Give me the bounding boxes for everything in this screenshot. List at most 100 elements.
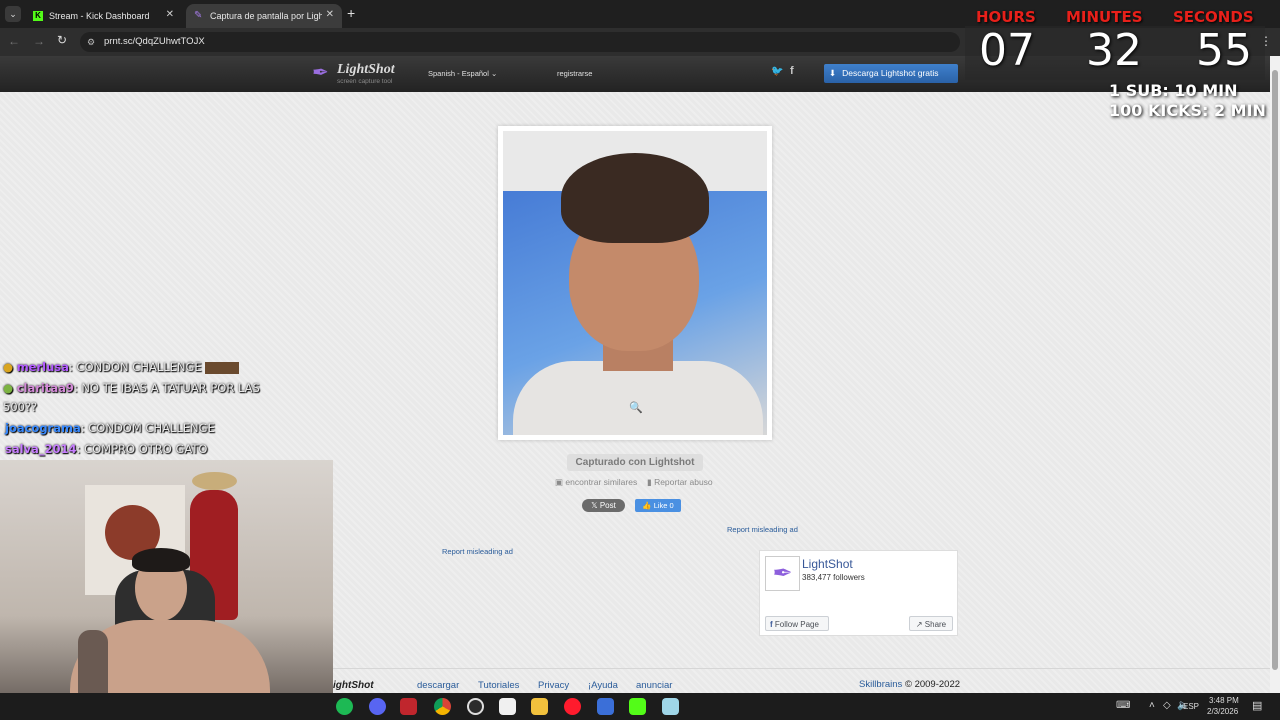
footer-divider xyxy=(333,668,1270,669)
register-link[interactable]: registrarse xyxy=(557,69,592,78)
caption-box: Capturado con Lightshot xyxy=(567,454,703,471)
page-name[interactable]: LightShot xyxy=(802,557,853,571)
timer-seconds: 55 xyxy=(1196,25,1252,76)
chrome-icon[interactable] xyxy=(434,698,451,715)
hair-shape xyxy=(561,153,709,243)
tweet-button[interactable]: 𝕏 Post xyxy=(582,499,625,512)
spotify-icon[interactable] xyxy=(336,698,353,715)
follow-label: Follow Page xyxy=(774,620,819,629)
report-abuse-label: Reportar abuso xyxy=(654,477,713,487)
report-abuse-link[interactable]: ▮ Reportar abuso xyxy=(647,477,713,488)
rule-kicks: 100 KICKS: 2 MIN xyxy=(1109,101,1266,120)
footer-logo[interactable]: ightShot xyxy=(333,680,374,691)
like-button[interactable]: 👍 Like 0 xyxy=(635,499,681,512)
person-hair xyxy=(132,548,190,572)
footer-link-help[interactable]: ¡Ayuda xyxy=(588,680,618,691)
rule-sub: 1 SUB: 10 MIN xyxy=(1109,81,1238,100)
emote-icon xyxy=(205,361,240,374)
notification-icon[interactable]: ▤ xyxy=(1252,699,1262,712)
tab-lightshot[interactable]: ✎ Captura de pantalla por Lightsh ✕ xyxy=(186,4,342,28)
share-button[interactable]: ↗ Share xyxy=(909,616,953,631)
discord-icon[interactable] xyxy=(369,698,386,715)
language-label: Spanish - Español xyxy=(428,69,489,78)
new-tab-button[interactable]: + xyxy=(347,5,355,21)
obs-icon[interactable] xyxy=(467,698,484,715)
notes-icon[interactable] xyxy=(662,698,679,715)
reload-icon[interactable]: ↻ xyxy=(57,33,67,47)
kick-icon: K xyxy=(33,11,43,21)
chat-username: joacograma xyxy=(5,421,81,435)
timer-hours: 07 xyxy=(979,25,1035,76)
chat-username: claritaa9 xyxy=(16,381,74,395)
chevron-up-icon[interactable]: ˄ xyxy=(1149,700,1155,711)
download-label: Descarga Lightshot gratis xyxy=(842,68,939,78)
close-icon[interactable]: ✕ xyxy=(326,9,334,20)
hat-shape xyxy=(192,472,237,490)
flag-icon: ▮ xyxy=(647,477,652,487)
x-icon: 𝕏 xyxy=(591,501,598,510)
folder-icon[interactable] xyxy=(531,698,548,715)
footer-link-advertise[interactable]: anunciar xyxy=(636,680,672,691)
clock-time[interactable]: 3:48 PM xyxy=(1209,696,1239,705)
page-avatar[interactable]: ✒ xyxy=(765,556,800,591)
video-app-icon[interactable] xyxy=(400,698,417,715)
share-icon: ↗ xyxy=(915,620,923,629)
tab-kick-dashboard[interactable]: K Stream - Kick Dashboard ✕ xyxy=(26,4,182,28)
skillbrains-link[interactable]: Skillbrains xyxy=(859,679,902,690)
facebook-page-widget: ✒ LightShot 383,477 followers f Follow P… xyxy=(759,550,958,636)
page-followers: 383,477 followers xyxy=(802,573,865,582)
facebook-icon: f xyxy=(770,620,773,629)
download-icon: ⬇ xyxy=(829,68,837,78)
keyboard-icon[interactable]: ⌨ xyxy=(1116,700,1130,711)
chat-text: : COMPRO OTRO GATO xyxy=(76,442,208,456)
back-icon[interactable]: ← xyxy=(8,34,20,48)
footer-link-tutorials[interactable]: Tutoriales xyxy=(478,680,519,691)
network-icon[interactable]: ◇ xyxy=(1163,700,1171,711)
clock-date[interactable]: 2/3/2026 xyxy=(1207,707,1238,716)
tab-list-button[interactable]: ⌄ xyxy=(5,6,21,22)
tweet-label: Post xyxy=(599,501,616,510)
report-misleading-ad-link[interactable]: Report misleading ad xyxy=(442,547,513,556)
language-select[interactable]: Spanish - Español ⌄ xyxy=(428,69,497,78)
footer-copyright: Skillbrains © 2009-2022 xyxy=(859,679,960,690)
thumbs-up-icon: 👍 xyxy=(642,501,652,510)
url-text: prnt.sc/QdqZUhwtTOJX xyxy=(104,36,205,47)
chat-message: joacograma: CONDOM CHALLENGE xyxy=(5,421,215,435)
chat-username: salva_2014 xyxy=(5,442,77,456)
address-bar[interactable]: ⚙ prnt.sc/QdqZUhwtTOJX xyxy=(80,32,960,52)
timer-hours-label: HOURS xyxy=(976,8,1036,26)
language-indicator[interactable]: ESP xyxy=(1183,702,1199,711)
chat-username: merlusa xyxy=(16,360,69,374)
timer-seconds-label: SECONDS xyxy=(1173,8,1254,26)
feather-logo-icon: ✒ xyxy=(312,62,329,84)
footer-link-download[interactable]: descargar xyxy=(417,680,459,691)
feather-icon: ✎ xyxy=(194,10,203,21)
report-misleading-ad-link[interactable]: Report misleading ad xyxy=(727,525,798,534)
opera-icon[interactable] xyxy=(564,698,581,715)
zoom-icon[interactable]: 🔍 xyxy=(629,401,643,414)
chat-text: : CONDOM CHALLENGE xyxy=(80,421,215,435)
logo-text[interactable]: LightShot xyxy=(337,62,395,78)
twitter-icon[interactable]: 🐦 xyxy=(771,66,783,77)
timer-minutes: 32 xyxy=(1086,25,1142,76)
follow-page-button[interactable]: f Follow Page xyxy=(765,616,829,631)
forward-icon[interactable]: → xyxy=(33,34,45,48)
site-info-icon[interactable]: ⚙ xyxy=(87,32,95,52)
copyright-text: © 2009-2022 xyxy=(904,679,961,690)
screenshot-image[interactable]: 🔍 xyxy=(503,131,767,435)
find-similar-link[interactable]: ▣ encontrar similares xyxy=(555,477,637,488)
footer-link-privacy[interactable]: Privacy xyxy=(538,680,569,691)
capcut-icon[interactable] xyxy=(499,698,516,715)
close-icon[interactable]: ✕ xyxy=(166,9,174,20)
facebook-icon[interactable]: f xyxy=(790,65,794,77)
scrollbar-thumb[interactable] xyxy=(1272,70,1278,670)
app-icon[interactable] xyxy=(597,698,614,715)
find-similar-label: encontrar similares xyxy=(565,477,638,487)
download-button[interactable]: ⬇ Descarga Lightshot gratis xyxy=(824,64,958,83)
kick-icon[interactable] xyxy=(629,698,646,715)
chat-message: ● merlusa: CONDON CHALLENGE xyxy=(3,360,240,374)
logo-subtitle: screen capture tool xyxy=(337,78,393,85)
timer-minutes-label: MINUTES xyxy=(1066,8,1143,26)
webcam-feed xyxy=(0,460,333,720)
image-icon: ▣ xyxy=(555,477,564,487)
